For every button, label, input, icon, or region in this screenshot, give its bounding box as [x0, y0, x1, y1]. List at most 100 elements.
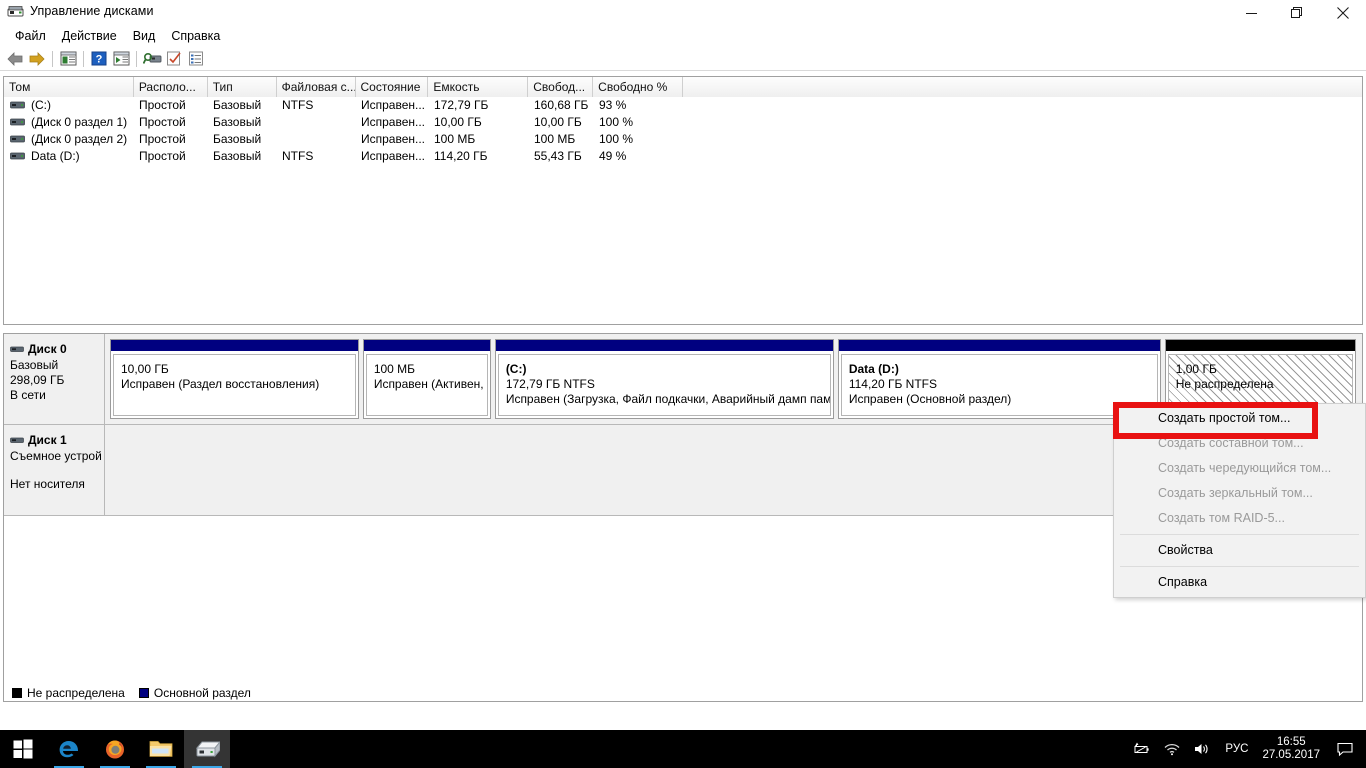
menu-action[interactable]: Действие — [54, 27, 125, 46]
context-menu[interactable]: Создать простой том... Создать составной… — [1113, 403, 1366, 598]
menu-item-create-mirrored-volume: Создать зеркальный том... — [1158, 486, 1313, 500]
close-button[interactable] — [1320, 0, 1366, 26]
partition-recovery-size: 10,00 ГБ — [121, 362, 169, 376]
partition-recovery-status: Исправен (Раздел восстановления) — [121, 377, 320, 391]
volume-list-pane[interactable]: Том Располо... Тип Файловая с... Состоян… — [3, 76, 1363, 325]
partition-recovery[interactable]: 10,00 ГБ Исправен (Раздел восстановления… — [110, 339, 359, 419]
partition-system-size: 100 МБ — [373, 362, 416, 376]
cell-type: Базовый — [213, 149, 262, 163]
cell-capacity: 172,79 ГБ — [434, 98, 489, 112]
partition-system-status: Исправен (Активен, I — [373, 377, 488, 391]
rescan-disks-button[interactable] — [141, 49, 163, 69]
partition-color-bar — [363, 340, 490, 352]
action-center-icon — [1337, 742, 1353, 756]
disk-icon — [10, 346, 24, 352]
menu-bar: Файл Действие Вид Справка — [0, 26, 1366, 47]
table-row[interactable]: Data (D:) Простой Базовый NTFS Исправен.… — [4, 148, 1362, 165]
edge-icon — [59, 741, 78, 758]
disk-0-info[interactable]: Диск 0 Базовый 298,09 ГБ В сети — [4, 334, 105, 424]
menu-item-create-simple-volume[interactable]: Создать простой том... — [1114, 406, 1365, 431]
cell-status: Исправен... — [361, 98, 426, 112]
partition-c-body: (C:) 172,79 ГБ NTFS Исправен (Загрузка, … — [497, 354, 831, 416]
legend-swatch-unallocated — [12, 688, 22, 698]
menu-item-properties[interactable]: Свойства — [1114, 538, 1365, 563]
windows-start-icon — [13, 739, 33, 759]
taskbar-edge[interactable] — [46, 730, 92, 768]
disk-icon — [10, 437, 24, 443]
cell-free: 10,00 ГБ — [534, 115, 582, 129]
help-button[interactable]: ? — [88, 49, 110, 69]
back-button[interactable] — [4, 49, 26, 69]
legend-label-primary: Основной раздел — [153, 686, 251, 700]
taskbar-disk-management[interactable] — [184, 730, 230, 768]
cell-type: Базовый — [213, 98, 262, 112]
start-button[interactable] — [0, 730, 46, 768]
cell-filesystem — [277, 131, 356, 148]
restore-icon — [1291, 7, 1302, 18]
disk-management-icon — [7, 5, 24, 20]
partition-system[interactable]: 100 МБ Исправен (Активен, I — [362, 339, 491, 419]
partition-system-body: 100 МБ Исправен (Активен, I — [365, 354, 488, 416]
volume-icon — [10, 101, 25, 109]
cell-free: 100 МБ — [534, 132, 576, 146]
column-header-extra[interactable] — [683, 77, 1362, 97]
cell-filesystem: NTFS — [282, 149, 314, 163]
show-action-pane-button[interactable] — [110, 49, 132, 69]
column-header-free-percent[interactable]: Свободно % — [593, 77, 684, 97]
taskbar-firefox[interactable] — [92, 730, 138, 768]
back-arrow-icon — [7, 51, 23, 66]
menu-file[interactable]: Файл — [7, 27, 54, 46]
partition-data-d-status: Исправен (Основной раздел) — [848, 392, 1012, 406]
disk-management-taskbar-icon — [195, 741, 220, 758]
partition-c[interactable]: (C:) 172,79 ГБ NTFS Исправен (Загрузка, … — [494, 339, 834, 419]
volume-icon — [10, 135, 25, 143]
menu-item-create-striped-volume: Создать чередующийся том... — [1158, 461, 1332, 475]
show-hide-console-tree-icon — [60, 51, 76, 66]
partition-color-bar — [838, 340, 1160, 352]
taskbar-file-explorer[interactable] — [138, 730, 184, 768]
tray-network[interactable] — [1157, 730, 1187, 768]
speaker-icon — [1195, 744, 1208, 754]
cell-volume: (Диск 0 раздел 2) — [4, 131, 134, 148]
minimize-button[interactable] — [1228, 0, 1274, 26]
disk-1-info[interactable]: Диск 1 Съемное устрой Нет носителя — [4, 425, 105, 515]
disk-1-title: Диск 1 — [10, 433, 100, 447]
disk-0-title: Диск 0 — [10, 342, 100, 356]
column-header-type[interactable]: Тип — [207, 77, 277, 97]
column-header-volume[interactable]: Том — [4, 77, 134, 97]
disk-1-name: Диск 1 — [28, 433, 67, 447]
tray-volume[interactable] — [1187, 730, 1217, 768]
maximize-restore-button[interactable] — [1274, 0, 1320, 26]
properties-button[interactable] — [163, 49, 185, 69]
column-header-capacity[interactable]: Емкость — [428, 77, 529, 97]
taskbar: РУС 16:55 27.05.2017 — [0, 730, 1366, 768]
legend-primary: Основной раздел — [138, 686, 251, 700]
menu-item-help[interactable]: Справка — [1114, 570, 1365, 595]
tray-clock[interactable]: 16:55 27.05.2017 — [1256, 736, 1330, 762]
column-header-free-space[interactable]: Свобод... — [528, 77, 594, 97]
column-header-status[interactable]: Состояние — [355, 77, 429, 97]
column-header-layout[interactable]: Располо... — [133, 77, 208, 97]
table-row[interactable]: (Диск 0 раздел 1) Простой Базовый Исправ… — [4, 114, 1362, 131]
firefox-icon — [106, 740, 124, 759]
show-console-tree-button[interactable] — [57, 49, 79, 69]
window-title: Управление дисками — [30, 4, 154, 18]
partition-recovery-body: 10,00 ГБ Исправен (Раздел восстановления… — [113, 354, 356, 416]
toolbar-separator — [52, 50, 53, 67]
action-center-button[interactable] — [1330, 730, 1360, 768]
cell-volume-text: (C:) — [31, 98, 51, 112]
column-header-filesystem[interactable]: Файловая с... — [276, 77, 356, 97]
tray-language-indicator[interactable]: РУС — [1217, 743, 1256, 755]
list-view-button[interactable] — [185, 49, 207, 69]
legend-swatch-primary — [138, 688, 149, 698]
forward-button[interactable] — [26, 49, 48, 69]
tray-battery[interactable] — [1126, 730, 1157, 768]
menu-help[interactable]: Справка — [163, 27, 228, 46]
menu-view[interactable]: Вид — [125, 27, 164, 46]
table-row[interactable]: (Диск 0 раздел 2) Простой Базовый Исправ… — [4, 131, 1362, 148]
title-bar: Управление дисками — [0, 0, 1366, 26]
legend-label-unallocated: Не распределена — [27, 686, 125, 700]
cell-filesystem — [277, 114, 356, 131]
table-row[interactable]: (C:) Простой Базовый NTFS Исправен... 17… — [4, 97, 1362, 114]
cell-capacity: 100 МБ — [434, 132, 476, 146]
